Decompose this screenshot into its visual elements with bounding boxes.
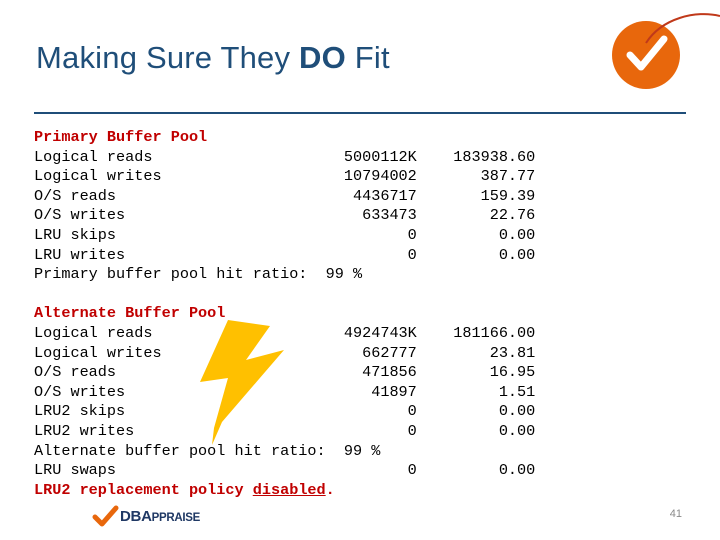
replacement-policy-suffix: . (325, 480, 335, 499)
page-title-part2: Fit (345, 40, 390, 75)
report-row: LRU skips 0 0.00 (34, 225, 536, 244)
replacement-policy-note: LRU2 replacement policy disabled. (34, 481, 335, 499)
replacement-policy-prefix: LRU2 replacement policy (34, 480, 253, 499)
report-row: LRU2 skips 0 0.00 (34, 402, 536, 421)
report-row: O/S reads 4436717 159.39 (34, 186, 536, 205)
report-row: O/S reads 471856 16.95 (34, 363, 536, 382)
replacement-policy-value: disabled (252, 480, 326, 499)
page-title-part1: Making Sure They (36, 40, 300, 75)
report-row: Logical reads 4924743K 181166.00 (34, 323, 536, 342)
primary-pool-header: Primary Buffer Pool (34, 128, 208, 146)
footer-brand-name: DBAPPRAISE (120, 508, 200, 525)
title-divider (34, 112, 686, 114)
report-row: Alternate buffer pool hit ratio: 99 % (34, 441, 381, 460)
page-title-emphasis: DO (299, 40, 346, 75)
report-row: O/S writes 633473 22.76 (34, 206, 536, 225)
report-row: O/S writes 41897 1.51 (34, 382, 536, 401)
footer-brand-main: DBA (120, 508, 152, 525)
page-number: 41 (669, 508, 682, 520)
report-row: Logical reads 5000112K 183938.60 (34, 147, 536, 166)
brand-swoosh-icon (645, 13, 720, 44)
report-text: Primary Buffer Pool Logical reads 500011… (34, 128, 535, 500)
report-row: LRU2 writes 0 0.00 (34, 421, 536, 440)
alternate-pool-header: Alternate Buffer Pool (34, 304, 226, 323)
page-title: Making Sure They DO Fit (36, 40, 390, 76)
report-row: Primary buffer pool hit ratio: 99 % (34, 265, 363, 284)
report-row: LRU writes 0 0.00 (34, 245, 536, 264)
footer-brand-suffix: PPRAISE (151, 512, 201, 524)
report-row: Logical writes 10794002 387.77 (34, 167, 536, 186)
report-row: LRU swaps 0 0.00 (34, 461, 536, 480)
slide: Making Sure They DO Fit Primary Buffer P… (0, 0, 720, 540)
report-row: Logical writes 662777 23.81 (34, 343, 536, 362)
